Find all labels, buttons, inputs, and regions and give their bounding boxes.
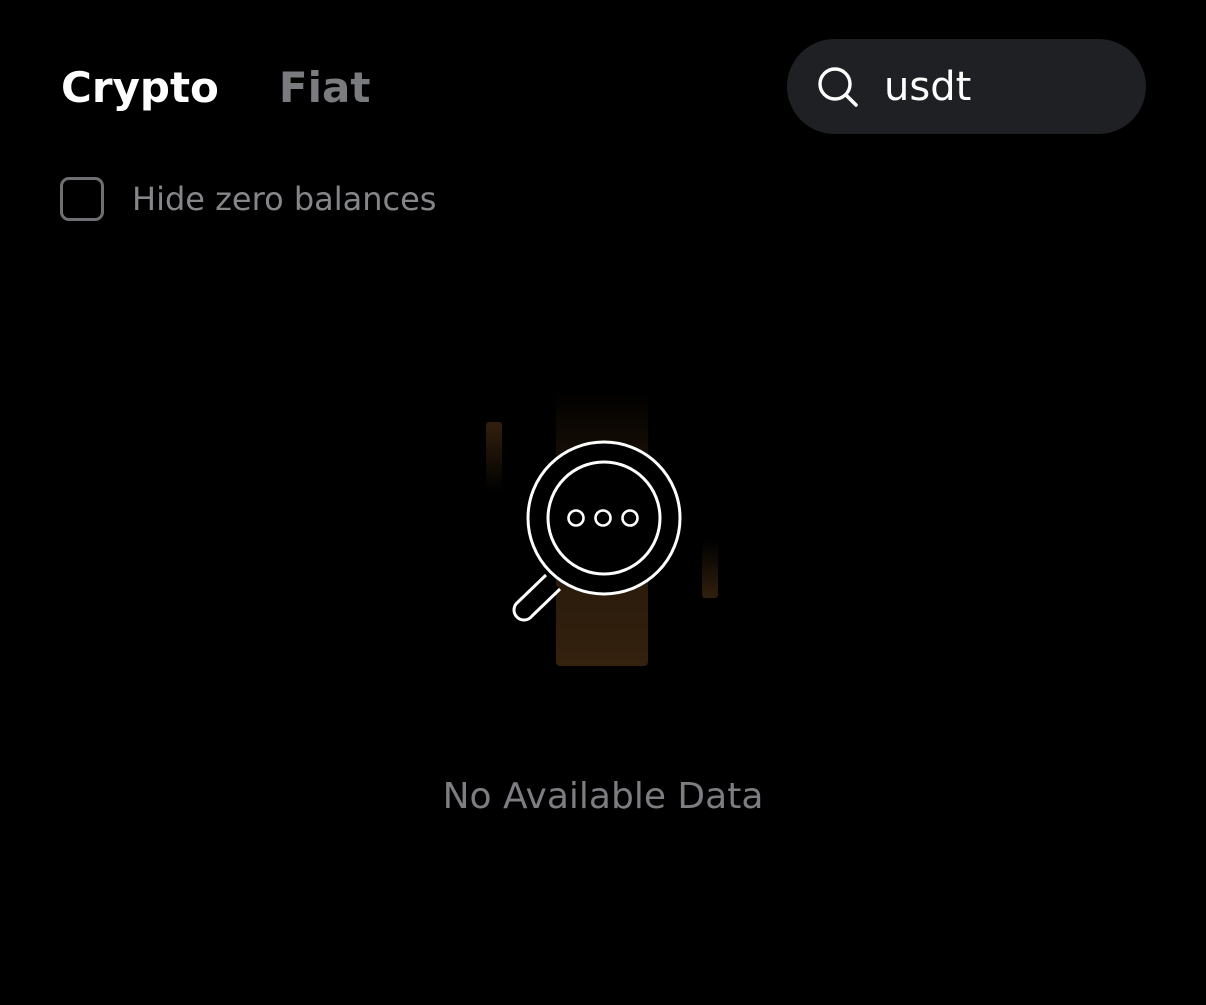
asset-type-tabs: Crypto Fiat: [61, 58, 370, 118]
tab-fiat[interactable]: Fiat: [279, 58, 371, 118]
glow-bar-left: [486, 422, 502, 492]
search-box[interactable]: [787, 39, 1146, 134]
search-icon: [818, 67, 858, 107]
hide-zero-balances-label: Hide zero balances: [132, 180, 437, 218]
search-input[interactable]: [884, 57, 1114, 117]
hide-zero-balances-checkbox[interactable]: [60, 177, 104, 221]
glow-bar-right: [702, 540, 718, 598]
magnifier-empty-icon: [486, 390, 718, 666]
tab-crypto[interactable]: Crypto: [61, 58, 219, 118]
hide-zero-balances-filter[interactable]: Hide zero balances: [60, 175, 436, 223]
magnifier-outer-ring: [526, 440, 682, 596]
empty-state-message: No Available Data: [442, 776, 764, 817]
magnifier-handle: [512, 573, 562, 622]
